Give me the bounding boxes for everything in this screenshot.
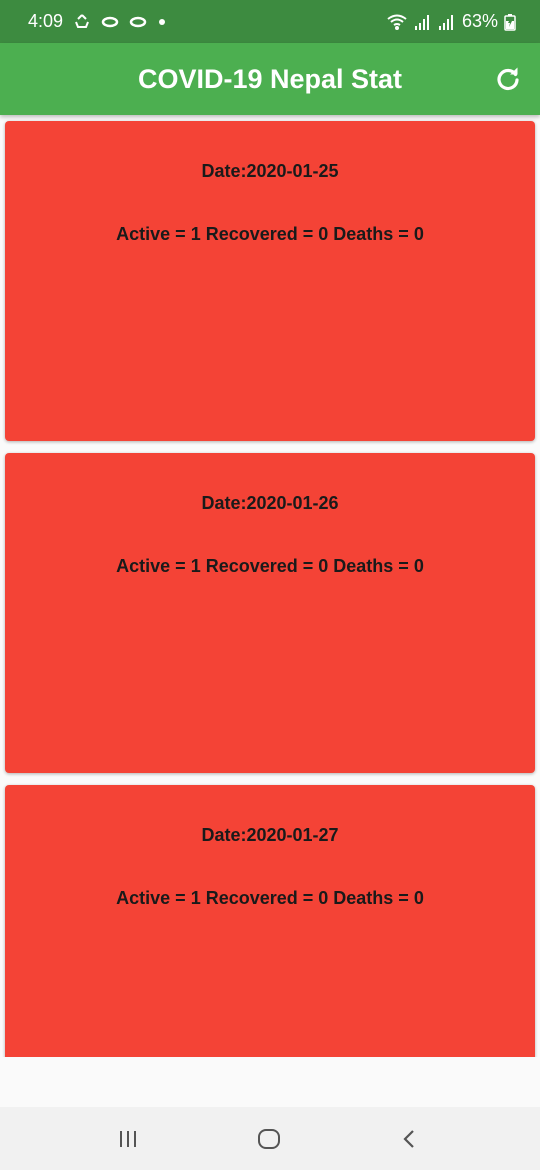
- card-stats: Active = 1 Recovered = 0 Deaths = 0: [116, 556, 424, 576]
- status-time: 4:09: [28, 11, 64, 31]
- card-stats: Active = 1 Recovered = 0 Deaths = 0: [116, 224, 424, 244]
- recent-apps-button[interactable]: [114, 1125, 142, 1153]
- battery-charging-icon: [504, 13, 516, 31]
- page-title: COVID-19 Nepal Stat: [137, 64, 403, 94]
- app-bar: COVID-19 Nepal Stat: [0, 43, 540, 115]
- stats-list[interactable]: Date:2020-01-25 Active = 1 Recovered = 0…: [0, 115, 540, 1057]
- stat-card[interactable]: Date:2020-01-25 Active = 1 Recovered = 0…: [5, 121, 535, 441]
- stat-card[interactable]: Date:2020-01-27 Active = 1 Recovered = 0…: [5, 785, 535, 1057]
- signal-icon: [414, 13, 432, 31]
- status-bar: 4:09 63%: [0, 0, 540, 43]
- stat-card[interactable]: Date:2020-01-26 Active = 1 Recovered = 0…: [5, 453, 535, 773]
- status-right: 63%: [386, 0, 516, 43]
- sync-icon: [73, 13, 91, 31]
- wifi-icon: [386, 13, 408, 31]
- refresh-icon: [497, 67, 519, 91]
- signal-icon: [438, 13, 456, 31]
- status-left: 4:09: [28, 0, 167, 43]
- system-nav-bar: [0, 1107, 540, 1170]
- app-icon: [101, 16, 119, 28]
- refresh-button[interactable]: [494, 65, 522, 93]
- notification-dot-icon: [157, 17, 167, 27]
- back-icon: [403, 1130, 414, 1148]
- card-stats: Active = 1 Recovered = 0 Deaths = 0: [116, 888, 424, 908]
- back-button[interactable]: [396, 1125, 424, 1153]
- card-date: Date:2020-01-26: [201, 493, 339, 513]
- card-date: Date:2020-01-27: [201, 825, 339, 845]
- recent-apps-icon: [120, 1131, 136, 1147]
- home-icon: [258, 1129, 280, 1149]
- app-icon: [129, 16, 147, 28]
- battery-level: 63%: [461, 11, 498, 31]
- home-button[interactable]: [255, 1125, 283, 1153]
- card-date: Date:2020-01-25: [201, 161, 339, 181]
